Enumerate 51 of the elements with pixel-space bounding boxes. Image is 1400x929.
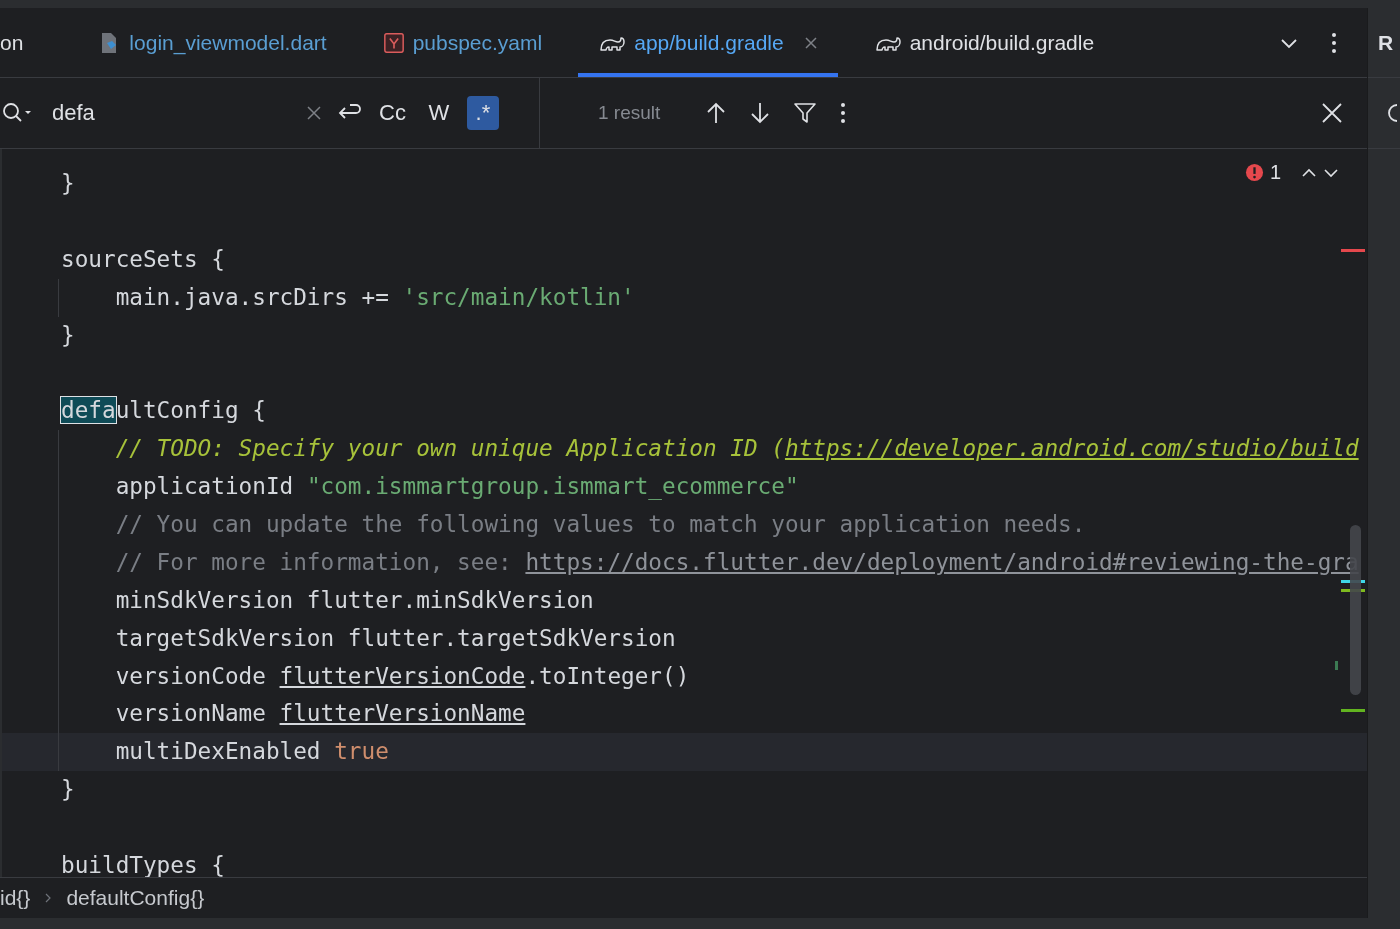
- code-text: multiDexEnabled: [114, 738, 322, 765]
- more-icon[interactable]: [840, 102, 847, 124]
- clear-icon[interactable]: [306, 105, 322, 121]
- scroll-marker: [1341, 249, 1365, 252]
- search-field[interactable]: defa: [52, 100, 292, 126]
- keyword: true: [334, 738, 389, 765]
- code-text: ultConfig {: [115, 397, 266, 424]
- code-text: main.java.srcDirs +=: [114, 283, 390, 310]
- scroll-marker: [1335, 661, 1338, 670]
- breadcrumb[interactable]: defaultConfig{}: [66, 886, 205, 910]
- code-text: applicationId: [114, 473, 295, 500]
- code-comment: // You can update the following values to match your application needs.: [114, 511, 1086, 537]
- filter-icon[interactable]: [794, 102, 817, 124]
- editor-tab[interactable]: on: [0, 8, 44, 77]
- chevron-right-icon: [44, 892, 53, 904]
- panel-title: R: [1378, 30, 1394, 55]
- scroll-marker: [1341, 709, 1365, 712]
- code-text: versionName: [114, 700, 267, 727]
- arrow-up-icon[interactable]: [706, 102, 727, 124]
- search-option-toggle[interactable]: .*: [466, 96, 499, 130]
- code-text: targetSdkVersion flutter.targetSdkVersion: [114, 624, 676, 651]
- arrow-down-icon[interactable]: [750, 102, 771, 124]
- code-text: minSdkVersion flutter.minSdkVersion: [114, 586, 594, 613]
- more-icon[interactable]: [1331, 31, 1337, 54]
- editor-tab[interactable]: pubspec.yaml: [362, 8, 563, 77]
- property-reference: flutterVersionName: [279, 700, 526, 727]
- editor-tab[interactable]: android/build.gradle: [853, 8, 1115, 77]
- code-text: .toInteger(): [525, 662, 690, 689]
- string-literal: 'src/main/kotlin': [402, 283, 635, 310]
- result-count: 1 result: [598, 102, 661, 124]
- search-option-toggle[interactable]: W: [422, 96, 455, 130]
- string-literal: "com.ismmartgroup.ismmart_ecommerce": [306, 473, 799, 500]
- code-text: buildTypes {: [61, 852, 225, 877]
- comment-link[interactable]: https://developer.android.com/studio/build: [784, 435, 1359, 462]
- breadcrumb[interactable]: id{}: [0, 886, 31, 910]
- search-match: defa: [61, 397, 116, 424]
- todo-comment: // TODO: Specify your own unique Application ID (: [114, 435, 785, 462]
- search-option-toggle[interactable]: Cc: [374, 96, 411, 130]
- code-text: versionCode: [114, 662, 267, 689]
- code-text: }: [61, 321, 75, 348]
- yaml-file-icon: [382, 31, 405, 54]
- code-text: }: [61, 776, 75, 803]
- comment-link[interactable]: https://docs.flutter.dev/deployment/android#reviewing-the-gra: [525, 548, 1359, 575]
- error-icon[interactable]: [1244, 163, 1264, 182]
- property-reference: flutterVersionCode: [279, 662, 526, 689]
- editor-tab[interactable]: app/build.gradle: [578, 8, 838, 77]
- editor-tab[interactable]: login_viewmodel.dart: [77, 8, 347, 77]
- code-comment: // For more information, see:: [114, 548, 513, 575]
- error-count: 1: [1269, 161, 1281, 184]
- code-text: sourceSets {: [61, 245, 225, 272]
- code-text: }: [61, 170, 75, 196]
